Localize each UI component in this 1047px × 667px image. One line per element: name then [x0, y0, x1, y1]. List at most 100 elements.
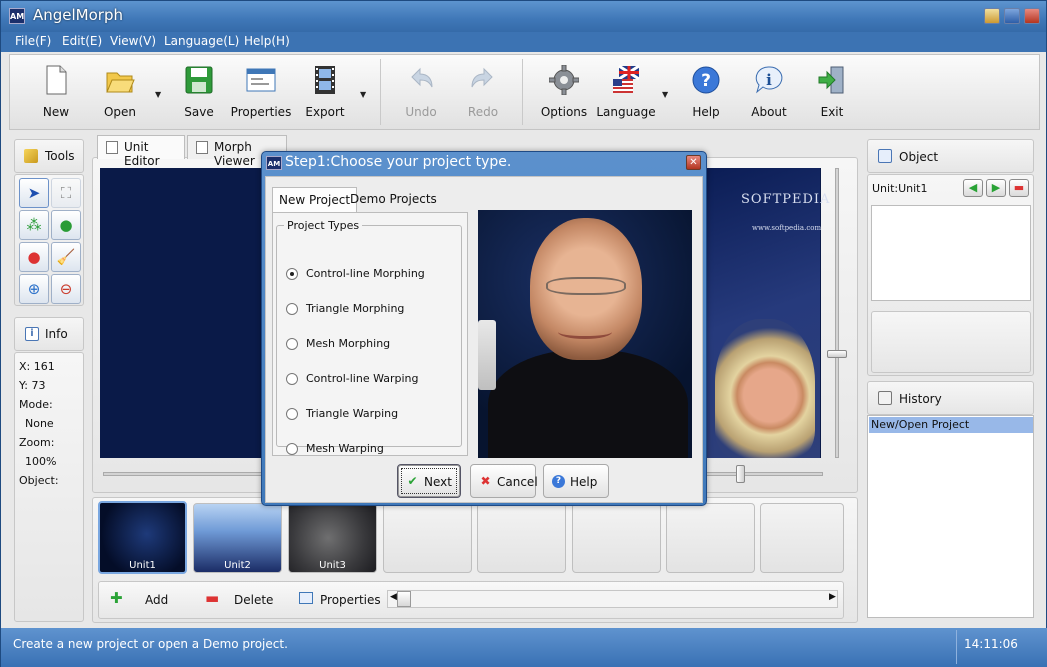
- tools-panel: ➤ ⛶ ⁂ ● ● 🧹 ⊕ ⊖: [14, 174, 84, 306]
- add-point-tool[interactable]: ●: [51, 210, 81, 240]
- delete-unit-button[interactable]: Delete: [234, 593, 273, 607]
- info-panel: [14, 352, 84, 622]
- units-scrollbar-thumb[interactable]: [397, 591, 411, 607]
- radio-button[interactable]: [286, 338, 298, 350]
- app-window: AM AngelMorph File(F) Edit(E) View(V) La…: [0, 0, 1047, 667]
- main-toolbar: New Open ▼ Save Properties Export ▼ Undo…: [9, 54, 1040, 130]
- properties-window-icon: [299, 592, 313, 604]
- help-button[interactable]: ? Help: [676, 65, 736, 125]
- magnifier-page-icon: [196, 141, 208, 154]
- history-list[interactable]: [867, 415, 1034, 618]
- object-list[interactable]: [871, 205, 1031, 301]
- info-mode-label: Mode:: [19, 398, 53, 411]
- next-button[interactable]: ✔ Next: [397, 464, 461, 498]
- unit-thumbnail-empty[interactable]: [383, 503, 472, 573]
- about-button[interactable]: i About: [739, 65, 799, 125]
- unit-thumbnail-1[interactable]: Unit1: [98, 501, 187, 574]
- unit-thumbnail-3[interactable]: Unit3: [288, 503, 377, 573]
- minimize-button[interactable]: [984, 8, 1000, 24]
- zoom-out-tool[interactable]: ⊖: [51, 274, 81, 304]
- history-title: History: [899, 392, 942, 406]
- open-dropdown-icon[interactable]: ▼: [155, 90, 161, 99]
- unit-thumbnail-empty[interactable]: [666, 503, 755, 573]
- app-icon: AM: [9, 8, 25, 24]
- clear-tool[interactable]: 🧹: [51, 242, 81, 272]
- horizontal-slider-handle[interactable]: [736, 465, 745, 483]
- broom-icon: 🧹: [56, 248, 76, 266]
- close-icon: ✕: [689, 157, 698, 168]
- option-label: Triangle Warping: [306, 407, 399, 420]
- info-title: Info: [45, 327, 68, 341]
- exit-button[interactable]: Exit: [802, 65, 862, 125]
- next-unit-button[interactable]: ▶: [986, 179, 1006, 197]
- export-dropdown-icon[interactable]: ▼: [360, 90, 366, 99]
- zoom-in-tool[interactable]: ⊕: [19, 274, 49, 304]
- status-bar: Create a new project or open a Demo proj…: [1, 628, 1047, 667]
- dialog-title: Step1:Choose your project type.: [285, 154, 512, 170]
- help-question-icon: ?: [552, 475, 565, 488]
- tab-unit-editor[interactable]: Unit Editor: [97, 135, 185, 168]
- select-arrow-tool[interactable]: ➤: [19, 178, 49, 208]
- help-label: Help: [570, 475, 598, 489]
- cross-icon: ✖: [480, 474, 491, 488]
- cancel-button[interactable]: ✖ Cancel: [470, 464, 538, 498]
- unit-thumbnail-2[interactable]: Unit2: [193, 503, 282, 573]
- unit-thumbnail-empty[interactable]: [760, 503, 844, 573]
- add-points-tool[interactable]: ⁂: [19, 210, 49, 240]
- language-button[interactable]: Language: [596, 65, 656, 125]
- menu-file[interactable]: File(F): [15, 34, 51, 48]
- option-label: Mesh Warping: [306, 442, 384, 455]
- add-point-icon: ●: [59, 216, 73, 234]
- language-dropdown-icon[interactable]: ▼: [662, 90, 668, 99]
- menu-language[interactable]: Language(L): [164, 34, 239, 48]
- option-label: Control-line Warping: [306, 372, 419, 385]
- fit-frame-icon: ⛶: [60, 184, 72, 202]
- unit-properties-button[interactable]: Properties: [320, 593, 381, 607]
- undo-button[interactable]: Undo: [391, 65, 451, 125]
- radio-button[interactable]: [286, 443, 298, 455]
- radio-button[interactable]: [286, 303, 298, 315]
- history-item[interactable]: New/Open Project: [869, 417, 1033, 433]
- new-document-icon: [46, 65, 67, 95]
- export-button[interactable]: Export: [295, 65, 355, 125]
- svg-text:?: ?: [701, 71, 711, 91]
- unit-thumbnail-empty[interactable]: [572, 503, 661, 573]
- tools-title: Tools: [45, 149, 75, 163]
- status-message: Create a new project or open a Demo proj…: [13, 637, 288, 651]
- prev-unit-button[interactable]: ◀: [963, 179, 983, 197]
- exit-label: Exit: [820, 105, 844, 119]
- fit-view-tool[interactable]: ⛶: [51, 178, 81, 208]
- close-button[interactable]: [1024, 8, 1040, 24]
- properties-button[interactable]: Properties: [231, 65, 291, 125]
- dialog-help-button[interactable]: ? Help: [543, 464, 609, 498]
- object-title: Object: [899, 150, 939, 164]
- scroll-left-icon[interactable]: ◀: [390, 592, 397, 602]
- radio-button[interactable]: [286, 268, 298, 280]
- radio-button[interactable]: [286, 373, 298, 385]
- menu-view[interactable]: View(V): [110, 34, 156, 48]
- tab-unit-editor-label: Unit Editor: [124, 140, 160, 168]
- save-button[interactable]: Save: [169, 65, 229, 125]
- units-scrollbar[interactable]: [387, 590, 838, 608]
- preview-mouth: [558, 325, 612, 339]
- add-unit-button[interactable]: Add: [145, 593, 168, 607]
- tab-demo-projects[interactable]: Demo Projects: [344, 187, 443, 213]
- options-button[interactable]: Options: [534, 65, 594, 125]
- open-label: Open: [103, 105, 137, 119]
- remove-unit-button[interactable]: ▬: [1009, 179, 1029, 197]
- redo-button[interactable]: Redo: [453, 65, 513, 125]
- menu-help[interactable]: Help(H): [244, 34, 290, 48]
- info-mode-value: None: [25, 417, 54, 430]
- title-bar[interactable]: AM AngelMorph: [1, 1, 1046, 32]
- dialog-close-button[interactable]: ✕: [686, 155, 701, 170]
- remove-point-tool[interactable]: ●: [19, 242, 49, 272]
- maximize-button[interactable]: [1004, 8, 1020, 24]
- new-button[interactable]: New: [26, 65, 86, 125]
- open-button[interactable]: Open: [90, 65, 150, 125]
- vertical-slider-handle[interactable]: [827, 350, 847, 358]
- menu-edit[interactable]: Edit(E): [62, 34, 102, 48]
- language-label: Language: [596, 105, 656, 119]
- scroll-right-icon[interactable]: ▶: [829, 592, 836, 602]
- unit-thumbnail-empty[interactable]: [477, 503, 566, 573]
- radio-button[interactable]: [286, 408, 298, 420]
